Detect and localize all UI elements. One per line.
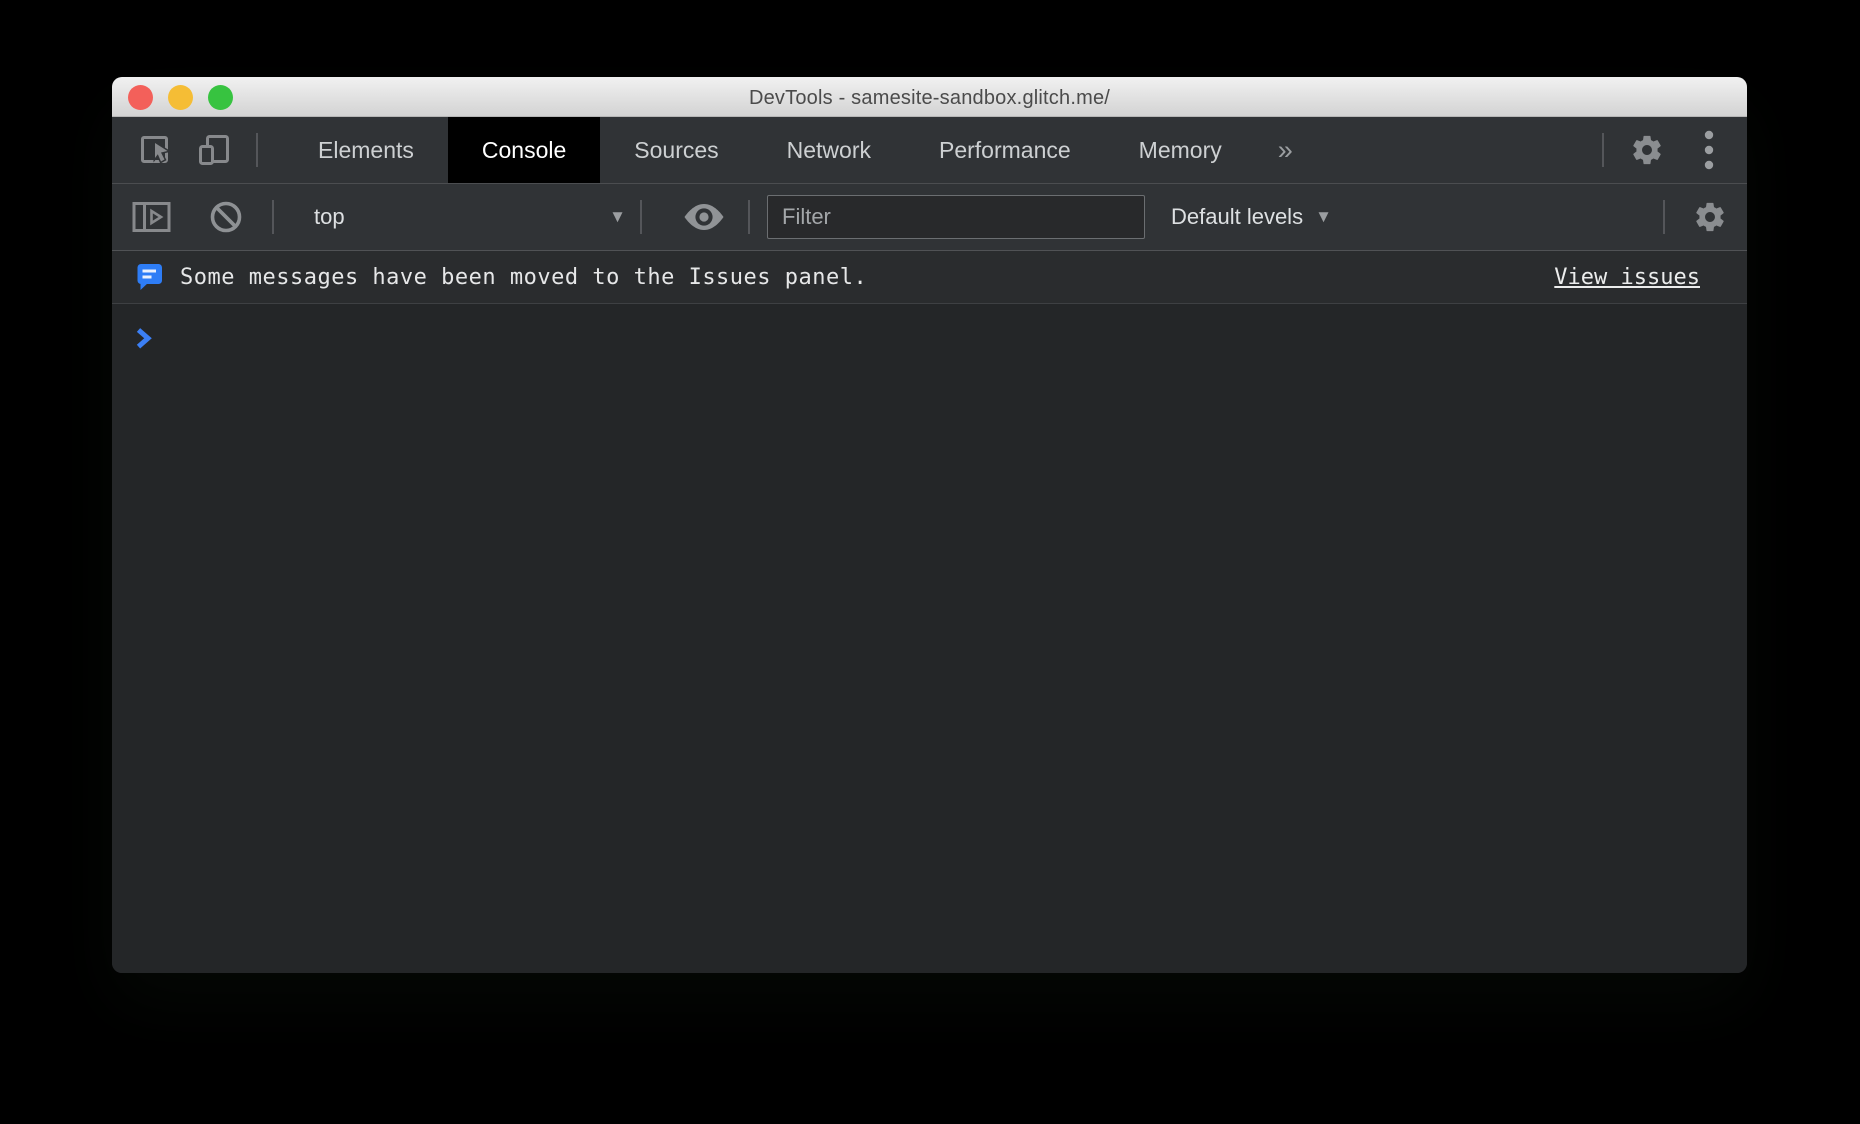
console-sidebar-icon[interactable] — [132, 200, 172, 234]
javascript-context-selector[interactable]: top ▼ — [302, 184, 640, 250]
panel-tabs: Elements Console Sources Network Perform… — [284, 117, 1315, 183]
console-output[interactable] — [112, 304, 1747, 973]
message-bubble-icon — [137, 263, 163, 291]
issues-infobar: Some messages have been moved to the Iss… — [112, 251, 1747, 304]
divider — [748, 200, 750, 234]
filter-input[interactable] — [767, 195, 1145, 239]
console-toolbar: top ▼ Default levels ▼ — [112, 184, 1747, 251]
divider — [640, 200, 642, 234]
clear-console-icon[interactable] — [208, 199, 244, 235]
titlebar: DevTools - samesite-sandbox.glitch.me/ — [112, 77, 1747, 117]
tab-sources[interactable]: Sources — [600, 117, 752, 183]
tab-performance[interactable]: Performance — [905, 117, 1105, 183]
eye-icon[interactable] — [683, 202, 725, 232]
divider — [1602, 133, 1604, 167]
device-toolbar-icon[interactable] — [196, 132, 232, 168]
more-tabs-icon[interactable]: » — [1256, 117, 1315, 183]
console-settings-gear-icon[interactable] — [1693, 200, 1727, 234]
window-title: DevTools - samesite-sandbox.glitch.me/ — [112, 77, 1747, 117]
tab-memory[interactable]: Memory — [1105, 117, 1256, 183]
tab-console[interactable]: Console — [448, 117, 600, 183]
tab-elements[interactable]: Elements — [284, 117, 448, 183]
divider — [1663, 200, 1665, 234]
caret-down-icon: ▼ — [609, 207, 626, 227]
view-issues-link[interactable]: View issues — [1554, 265, 1700, 290]
inspect-icon[interactable] — [138, 133, 172, 167]
more-options-icon[interactable] — [1704, 130, 1714, 170]
settings-gear-icon[interactable] — [1630, 133, 1664, 167]
infobar-message: Some messages have been moved to the Iss… — [180, 265, 867, 290]
divider — [272, 200, 274, 234]
tab-network[interactable]: Network — [753, 117, 905, 183]
devtools-tabbar: Elements Console Sources Network Perform… — [112, 117, 1747, 184]
caret-down-icon: ▼ — [1315, 207, 1332, 227]
divider — [256, 133, 258, 167]
levels-value: Default levels — [1171, 204, 1303, 230]
devtools-window: DevTools - samesite-sandbox.glitch.me/ E… — [112, 77, 1747, 973]
context-value: top — [314, 204, 345, 230]
console-prompt-icon[interactable] — [135, 326, 152, 356]
log-levels-selector[interactable]: Default levels ▼ — [1171, 204, 1332, 230]
